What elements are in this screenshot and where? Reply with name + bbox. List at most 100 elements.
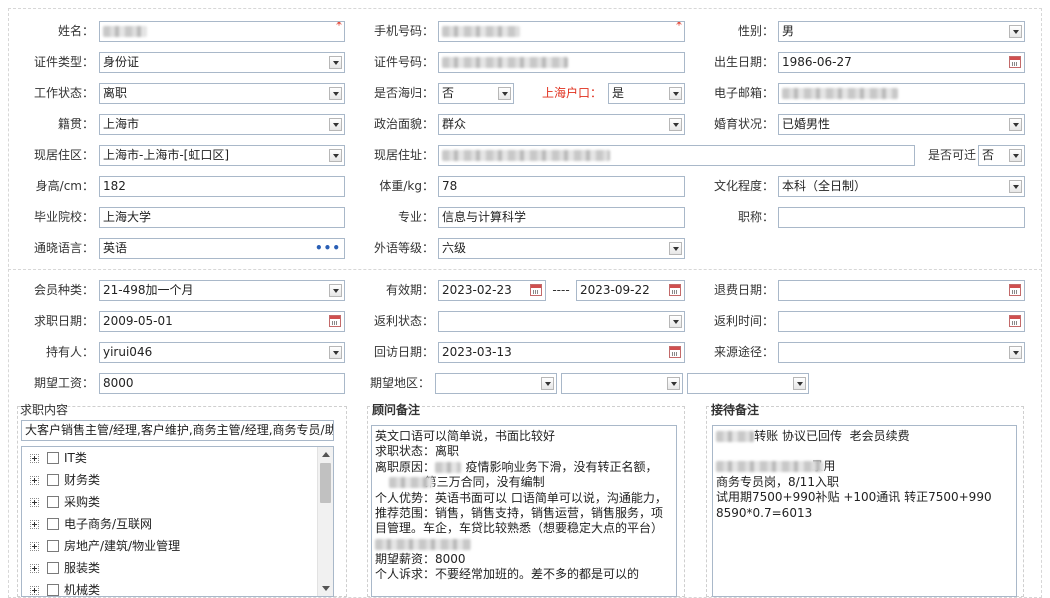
chevron-down-icon[interactable] xyxy=(667,377,680,390)
section-divider xyxy=(8,269,1042,270)
chevron-down-icon[interactable] xyxy=(793,377,806,390)
expected-region-district-select[interactable] xyxy=(687,373,809,394)
chevron-down-icon[interactable] xyxy=(1009,149,1022,162)
major-field[interactable]: 信息与计算科学 xyxy=(438,207,685,228)
language-field[interactable]: 英语 ••• xyxy=(99,238,345,259)
chevron-down-icon[interactable] xyxy=(329,346,342,359)
note-line: 第三万合同，没有编制 xyxy=(375,475,545,490)
calendar-icon[interactable] xyxy=(1009,56,1021,68)
visit-date-field[interactable]: 2023-03-13 xyxy=(438,342,685,363)
calendar-icon[interactable] xyxy=(1009,315,1021,327)
source-select[interactable] xyxy=(778,342,1025,363)
chevron-down-icon[interactable] xyxy=(1009,25,1022,38)
rebate-time-field[interactable] xyxy=(778,311,1025,332)
redacted-email xyxy=(782,88,898,99)
validity-end-field[interactable]: 2023-09-22 xyxy=(576,280,685,301)
id-number-field[interactable] xyxy=(438,52,685,73)
member-type-select[interactable]: 21-498加一个月 xyxy=(99,280,345,301)
expected-region-city-select[interactable] xyxy=(561,373,683,394)
chevron-down-icon[interactable] xyxy=(1009,180,1022,193)
weight-field[interactable]: 78 xyxy=(438,176,685,197)
chevron-down-icon[interactable] xyxy=(669,315,682,328)
more-options-icon[interactable]: ••• xyxy=(315,242,341,254)
note-line xyxy=(716,444,1013,459)
title-field[interactable] xyxy=(778,207,1025,228)
chevron-down-icon[interactable] xyxy=(669,242,682,255)
phone-label: 手机号码： xyxy=(373,24,434,38)
checkbox[interactable] xyxy=(47,540,59,552)
school-field[interactable]: 上海大学 xyxy=(99,207,345,228)
calendar-icon[interactable] xyxy=(669,346,681,358)
chevron-down-icon[interactable] xyxy=(329,87,342,100)
holder-select[interactable]: yirui046 xyxy=(99,342,345,363)
checkbox[interactable] xyxy=(47,474,59,486)
chevron-down-icon[interactable] xyxy=(329,56,342,69)
chevron-down-icon[interactable] xyxy=(329,149,342,162)
shanghai-hukou-select[interactable]: 是 xyxy=(608,83,685,104)
calendar-icon[interactable] xyxy=(1009,284,1021,296)
expected-salary-field[interactable]: 8000 xyxy=(99,373,345,394)
expand-icon[interactable] xyxy=(30,476,39,485)
job-category-tree: IT类 财务类 采购类 电子商务/互联网 房地产/建筑/物业管理 服装类 机械类 xyxy=(21,446,334,597)
scroll-up-icon[interactable] xyxy=(322,452,330,457)
education-select[interactable]: 本科（全日制） xyxy=(778,176,1025,197)
overseas-return-select[interactable]: 否 xyxy=(438,83,514,104)
job-search-date-field[interactable]: 2009-05-01 xyxy=(99,311,345,332)
id-type-select[interactable]: 身份证 xyxy=(99,52,345,73)
political-status-select[interactable]: 群众 xyxy=(438,114,685,135)
current-area-select[interactable]: 上海市-上海市-[虹口区] xyxy=(99,145,345,166)
relocate-label: 是否可迁 xyxy=(927,148,976,162)
work-status-select[interactable]: 离职 xyxy=(99,83,345,104)
language-level-select[interactable]: 六级 xyxy=(438,238,685,259)
work-status-label: 工作状态： xyxy=(33,86,94,100)
phone-field[interactable]: * xyxy=(438,21,685,42)
checkbox[interactable] xyxy=(47,452,59,464)
chevron-down-icon[interactable] xyxy=(669,87,682,100)
current-area-label: 现居住区： xyxy=(33,148,94,162)
relocate-select[interactable]: 否 xyxy=(978,145,1025,166)
political-status-label: 政治面貌： xyxy=(373,117,434,131)
chevron-down-icon[interactable] xyxy=(1009,118,1022,131)
checkbox[interactable] xyxy=(47,518,59,530)
chevron-down-icon[interactable] xyxy=(1009,346,1022,359)
reception-notes-textarea[interactable]: 转账 协议已回传 老会员续费 录用 商务专员岗，8/11入职 试用期7500+9… xyxy=(712,425,1017,597)
language-label: 通晓语言： xyxy=(33,241,94,255)
name-field[interactable]: * xyxy=(99,21,345,42)
scroll-thumb[interactable] xyxy=(320,463,331,503)
expand-icon[interactable] xyxy=(30,542,39,551)
tree-scrollbar[interactable] xyxy=(317,447,333,596)
marital-status-select[interactable]: 已婚男性 xyxy=(778,114,1025,135)
chevron-down-icon[interactable] xyxy=(329,118,342,131)
chevron-down-icon[interactable] xyxy=(329,284,342,297)
checkbox[interactable] xyxy=(47,496,59,508)
expected-region-province-select[interactable] xyxy=(435,373,557,394)
height-field[interactable]: 182 xyxy=(99,176,345,197)
validity-start-field[interactable]: 2023-02-23 xyxy=(438,280,546,301)
expand-icon[interactable] xyxy=(30,520,39,529)
scroll-down-icon[interactable] xyxy=(322,586,330,591)
marital-status-label: 婚育状况： xyxy=(713,117,774,131)
checkbox[interactable] xyxy=(47,562,59,574)
native-place-select[interactable]: 上海市 xyxy=(99,114,345,135)
chevron-down-icon[interactable] xyxy=(498,87,511,100)
redacted-text xyxy=(716,461,824,473)
calendar-icon[interactable] xyxy=(329,315,341,327)
id-type-label: 证件类型： xyxy=(33,55,94,69)
birth-date-field[interactable]: 1986-06-27 xyxy=(778,52,1025,73)
expand-icon[interactable] xyxy=(30,498,39,507)
expand-icon[interactable] xyxy=(30,454,39,463)
calendar-icon[interactable] xyxy=(669,284,681,296)
refund-date-field[interactable] xyxy=(778,280,1025,301)
current-address-field[interactable] xyxy=(438,145,915,166)
gender-select[interactable]: 男 xyxy=(778,21,1025,42)
calendar-icon[interactable] xyxy=(530,284,542,296)
expand-icon[interactable] xyxy=(30,564,39,573)
job-content-selected[interactable]: 大客户销售主管/经理,客户维护,商务主管/经理,商务专员/助 xyxy=(21,420,334,441)
email-field[interactable] xyxy=(778,83,1025,104)
expand-icon[interactable] xyxy=(30,586,39,595)
advisor-notes-textarea[interactable]: 英文口语可以简单说，书面比较好 求职状态：离职 离职原因： 疫情影响业务下滑，没… xyxy=(371,425,677,597)
chevron-down-icon[interactable] xyxy=(541,377,554,390)
rebate-status-select[interactable] xyxy=(438,311,685,332)
checkbox[interactable] xyxy=(47,584,59,596)
chevron-down-icon[interactable] xyxy=(669,118,682,131)
